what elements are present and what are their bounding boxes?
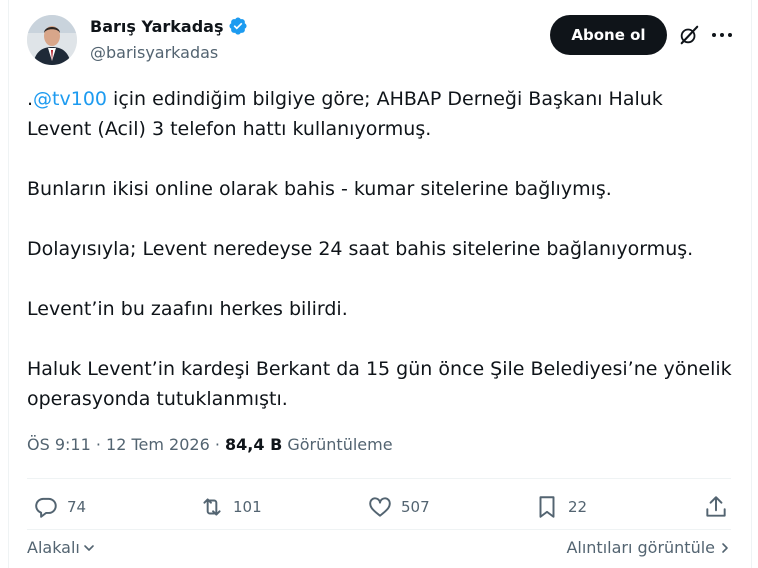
tweet-line-1: için edindiğim bilgiye göre; AHBAP Derne… <box>107 88 663 110</box>
tweet-paragraph-2: Bunların ikisi online olarak bahis - kum… <box>27 178 612 200</box>
heart-icon <box>369 497 391 517</box>
author-avatar[interactable] <box>27 15 77 65</box>
grok-icon[interactable] <box>678 24 700 46</box>
view-label: Görüntüleme <box>282 435 393 454</box>
repost-button[interactable]: 101 <box>199 494 262 520</box>
tweet-paragraph-3: Dolayısıyla; Levent neredeyse 24 saat ba… <box>27 238 694 260</box>
share-icon <box>706 496 726 517</box>
chevron-down-icon <box>84 544 94 551</box>
view-quotes-label: Alıntıları görüntüle <box>566 538 715 557</box>
reply-icon <box>35 497 57 518</box>
bookmark-count: 22 <box>568 498 588 516</box>
divider-bottom <box>27 529 731 530</box>
tweet-date[interactable]: 12 Tem 2026 <box>106 435 210 454</box>
meta-separator: · <box>90 435 107 454</box>
tweet-text: .@tv100 için edindiğim bilgiye göre; AHB… <box>27 84 742 414</box>
bookmark-icon <box>539 496 555 518</box>
author-name-text: Barış Yarkadaş <box>90 16 224 36</box>
view-count: 84,4 B <box>225 435 283 454</box>
divider-top <box>27 478 731 479</box>
reply-count: 74 <box>67 498 87 516</box>
like-count: 507 <box>401 498 430 516</box>
mention-link[interactable]: @tv100 <box>33 88 107 110</box>
tweet-line-2: Levent (Acil) 3 telefon hattı kullanıyor… <box>27 118 432 140</box>
author-handle[interactable]: @barisyarkadas <box>90 43 218 62</box>
share-button[interactable] <box>703 494 729 520</box>
tweet-meta: ÖS 9:11 · 12 Tem 2026 · 84,4 B Görüntüle… <box>27 435 393 454</box>
tweet-paragraph-4: Levent’in bu zaafını herkes bilirdi. <box>27 298 348 320</box>
tweet-line-5b: operasyonda tutuklanmıştı. <box>27 388 288 410</box>
author-name[interactable]: Barış Yarkadaş <box>90 16 248 36</box>
verified-badge-icon <box>229 17 248 35</box>
avatar-photo <box>27 15 77 65</box>
repost-count: 101 <box>233 498 262 516</box>
action-bar: 74 101 507 22 <box>0 494 758 524</box>
related-toggle[interactable]: Alakalı <box>27 538 96 557</box>
tweet-paragraph-1: .@tv100 için edindiğim bilgiye göre; AHB… <box>27 84 742 144</box>
related-label: Alakalı <box>27 538 80 557</box>
more-options-icon[interactable] <box>710 24 734 46</box>
chevron-right-icon <box>722 542 728 553</box>
tweet-paragraph-5: Haluk Levent’in kardeşi Berkant da 15 gü… <box>27 354 742 414</box>
reply-button[interactable]: 74 <box>33 494 86 520</box>
view-quotes-link[interactable]: Alıntıları görüntüle <box>566 538 731 557</box>
repost-icon <box>203 498 221 516</box>
bookmark-button[interactable]: 22 <box>534 494 587 520</box>
follow-button[interactable]: Abone ol <box>550 15 667 55</box>
tweet-time[interactable]: ÖS 9:11 <box>27 435 91 454</box>
meta-separator-2: · <box>209 435 226 454</box>
tweet-line-5a: Haluk Levent’in kardeşi Berkant da 15 gü… <box>27 358 732 380</box>
like-button[interactable]: 507 <box>367 494 430 520</box>
